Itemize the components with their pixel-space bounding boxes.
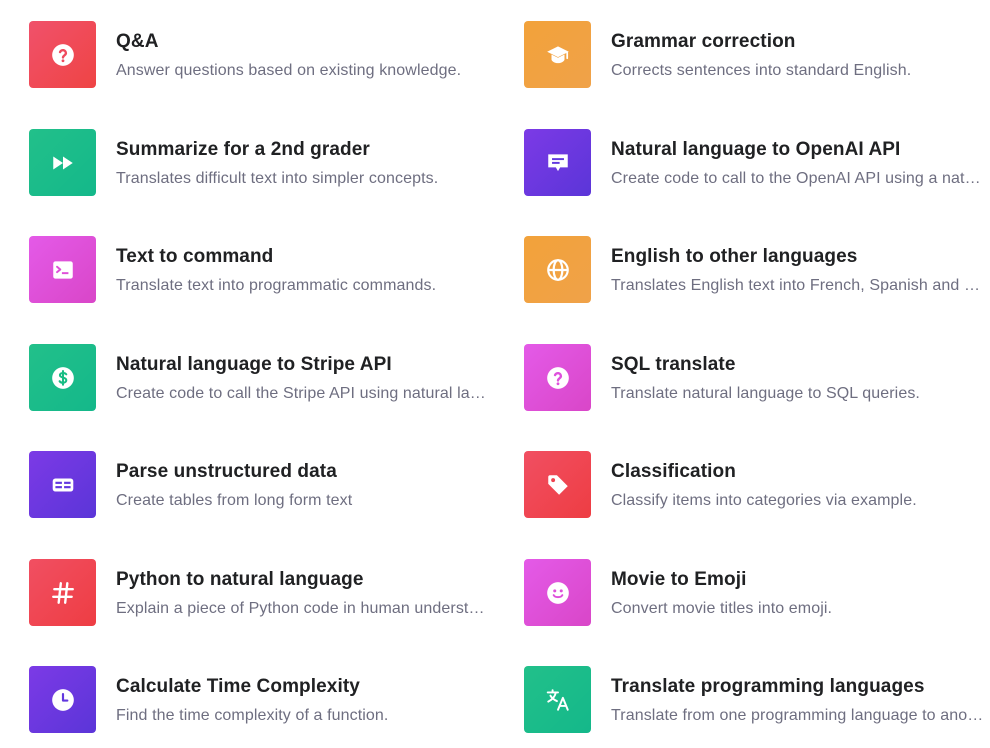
question-icon xyxy=(546,366,569,389)
example-card-nl-to-openai-api[interactable]: Natural language to OpenAI API Create co… xyxy=(524,129,984,196)
example-title: SQL translate xyxy=(611,354,736,375)
example-description: Explain a piece of Python code in human … xyxy=(116,600,489,617)
example-title: Translate programming languages xyxy=(611,676,925,697)
example-card-nl-to-stripe-api[interactable]: Natural language to Stripe API Create co… xyxy=(29,344,489,411)
example-icon-tile xyxy=(29,666,96,733)
example-icon-tile xyxy=(524,451,591,518)
example-title: Classification xyxy=(611,461,736,482)
example-card-summarize-2nd-grader[interactable]: Summarize for a 2nd grader Translates di… xyxy=(29,129,489,196)
example-description: Translate from one programming language … xyxy=(611,707,984,724)
example-title: Grammar correction xyxy=(611,31,796,52)
example-description: Translate natural language to SQL querie… xyxy=(611,385,920,402)
example-title: Python to natural language xyxy=(116,569,364,590)
example-title: Parse unstructured data xyxy=(116,461,337,482)
example-card-english-to-other-languages[interactable]: English to other languages Translates En… xyxy=(524,236,984,303)
example-icon-tile xyxy=(29,451,96,518)
example-title: Movie to Emoji xyxy=(611,569,747,590)
example-description: Find the time complexity of a function. xyxy=(116,707,389,724)
example-card-text-to-command[interactable]: Text to command Translate text into prog… xyxy=(29,236,489,303)
example-card-calculate-time-complexity[interactable]: Calculate Time Complexity Find the time … xyxy=(29,666,489,733)
example-icon-tile xyxy=(29,236,96,303)
example-card-parse-unstructured-data[interactable]: Parse unstructured data Create tables fr… xyxy=(29,451,489,518)
examples-grid: Q&A Answer questions based on existing k… xyxy=(0,0,990,748)
example-card-qa[interactable]: Q&A Answer questions based on existing k… xyxy=(29,21,489,88)
example-title: Q&A xyxy=(116,31,159,52)
graduation-cap-icon xyxy=(546,45,569,63)
example-title: Calculate Time Complexity xyxy=(116,676,360,697)
example-icon-tile xyxy=(29,129,96,196)
example-card-grammar-correction[interactable]: Grammar correction Corrects sentences in… xyxy=(524,21,984,88)
smile-icon xyxy=(546,581,569,604)
fast-forward-icon xyxy=(52,156,73,169)
example-icon-tile xyxy=(524,129,591,196)
example-description: Answer questions based on existing knowl… xyxy=(116,62,462,79)
terminal-icon xyxy=(52,260,73,279)
clock-icon xyxy=(51,688,74,711)
example-description: Create tables from long form text xyxy=(116,492,353,509)
example-description: Convert movie titles into emoji. xyxy=(611,600,833,617)
example-card-movie-to-emoji[interactable]: Movie to Emoji Convert movie titles into… xyxy=(524,559,984,626)
example-description: Create code to call to the OpenAI API us… xyxy=(611,170,984,187)
example-icon-tile xyxy=(524,666,591,733)
example-title: English to other languages xyxy=(611,246,858,267)
tag-icon xyxy=(547,474,568,495)
example-description: Translates difficult text into simpler c… xyxy=(116,170,439,187)
example-title: Summarize for a 2nd grader xyxy=(116,139,370,160)
globe-icon xyxy=(546,258,569,281)
question-icon xyxy=(51,43,74,66)
example-icon-tile xyxy=(29,21,96,88)
translate-icon xyxy=(546,688,569,711)
example-description: Corrects sentences into standard English… xyxy=(611,62,912,79)
example-description: Translates English text into French, Spa… xyxy=(611,277,984,294)
example-description: Translate text into programmatic command… xyxy=(116,277,437,294)
example-card-classification[interactable]: Classification Classify items into categ… xyxy=(524,451,984,518)
example-card-translate-programming-languages[interactable]: Translate programming languages Translat… xyxy=(524,666,984,733)
example-title: Natural language to Stripe API xyxy=(116,354,392,375)
example-icon-tile xyxy=(29,344,96,411)
example-icon-tile xyxy=(29,559,96,626)
example-icon-tile xyxy=(524,344,591,411)
example-icon-tile xyxy=(524,21,591,88)
example-description: Classify items into categories via examp… xyxy=(611,492,917,509)
example-description: Create code to call the Stripe API using… xyxy=(116,385,489,402)
hash-icon xyxy=(51,581,74,604)
example-title: Text to command xyxy=(116,246,274,267)
chat-icon xyxy=(547,153,568,171)
example-icon-tile xyxy=(524,236,591,303)
example-card-python-to-natural-language[interactable]: Python to natural language Explain a pie… xyxy=(29,559,489,626)
example-icon-tile xyxy=(524,559,591,626)
table-icon xyxy=(52,478,73,491)
dollar-icon xyxy=(51,366,74,389)
example-card-sql-translate[interactable]: SQL translate Translate natural language… xyxy=(524,344,984,411)
example-title: Natural language to OpenAI API xyxy=(611,139,901,160)
